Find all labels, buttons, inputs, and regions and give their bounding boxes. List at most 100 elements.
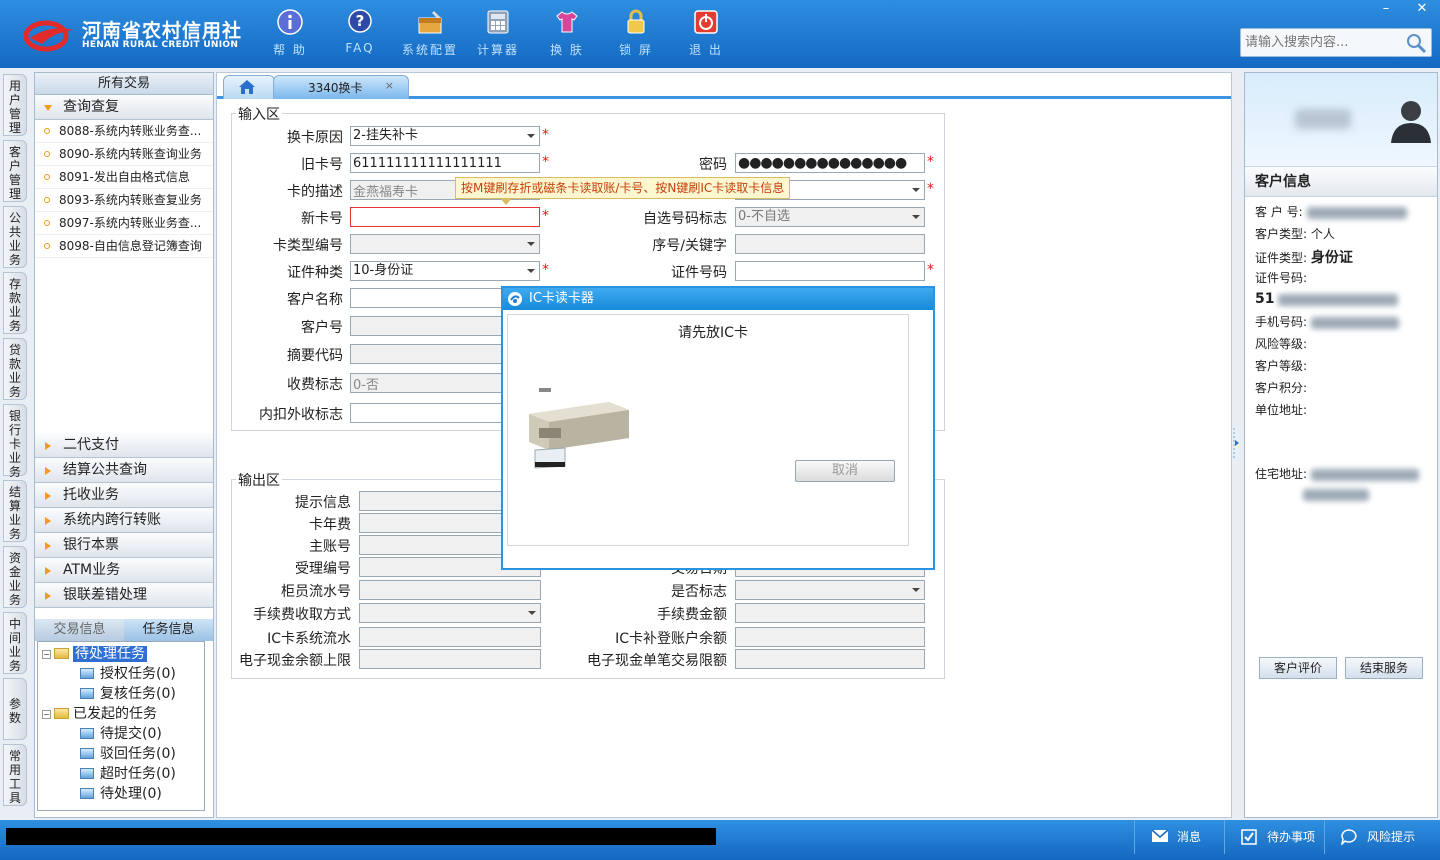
nav-group-unionpay-error[interactable]: 银联差错处理 (35, 583, 213, 608)
nav-group-bank-draft[interactable]: 银行本票 (35, 533, 213, 558)
old-card-input[interactable] (350, 153, 540, 173)
messages-button[interactable]: 消息 (1134, 820, 1224, 854)
phone-redacted (1310, 316, 1399, 329)
vtab-customer-management[interactable]: 客户管理 (3, 140, 27, 202)
config-button[interactable]: 系统配置 (398, 8, 462, 62)
tree-node-to-handle[interactable]: 待处理(0) (80, 784, 162, 804)
collapse-icon[interactable]: − (42, 650, 51, 659)
nav-item-8091[interactable]: 8091-发出自由格式信息 (35, 166, 213, 189)
cardtype-select[interactable] (350, 234, 540, 254)
minimize-button[interactable]: – (1368, 0, 1404, 18)
reason-select[interactable]: 2-挂失补卡 (350, 126, 540, 146)
vtab-loan[interactable]: 贷款业务 (3, 338, 27, 400)
vtab-tools[interactable]: 常用工具 (3, 744, 27, 806)
panel-collapse-handle-icon[interactable] (1232, 420, 1242, 466)
teller-serial-label: 柜员流水号 (281, 584, 351, 600)
idtype-select[interactable]: 10-身份证 (350, 261, 540, 281)
home-address-label: 住宅地址: (1255, 467, 1308, 481)
tab-transaction-info[interactable]: 交易信息 (35, 619, 124, 641)
tab-close-icon[interactable]: × (385, 79, 394, 92)
risk-level-label: 风险等级: (1255, 337, 1308, 351)
tree-label: 超时任务(0) (100, 766, 176, 782)
tree-node-review[interactable]: 复核任务(0) (80, 684, 176, 704)
tree-node-to-submit[interactable]: 待提交(0) (80, 724, 162, 744)
search-icon[interactable] (1405, 32, 1427, 54)
nav-group-label: 银联差错处理 (63, 587, 147, 603)
ic-balance-label: IC卡补登账户余额 (615, 631, 727, 647)
help-button[interactable]: 帮 助 (258, 8, 322, 62)
teller-serial-output[interactable] (359, 580, 541, 600)
cancel-button[interactable]: 取消 (795, 460, 895, 482)
fee-amount-label: 手续费金额 (657, 607, 727, 623)
nav-item-8088[interactable]: 8088-系统内转账业务查... (35, 120, 213, 143)
avatar-icon (1391, 101, 1431, 143)
customer-no-redacted (1306, 206, 1407, 219)
vtab-bank-card[interactable]: 银行卡业务 (3, 404, 27, 479)
tree-node-pending[interactable]: − 待处理任务 (42, 644, 147, 664)
nav-group-interbank-transfer[interactable]: 系统内跨行转账 (35, 508, 213, 533)
new-card-input[interactable] (350, 207, 540, 227)
lock-screen-button[interactable]: 锁 屏 (604, 8, 668, 62)
nav-item-8093[interactable]: 8093-系统内转账查复业务 (35, 189, 213, 212)
faq-button[interactable]: ? FAQ (328, 8, 392, 62)
nav-group-settlement-query[interactable]: 结算公共查询 (35, 458, 213, 483)
collapse-icon[interactable]: − (42, 710, 51, 719)
vtab-deposit[interactable]: 存款业务 (3, 272, 27, 334)
tree-label: 授权任务(0) (100, 666, 176, 682)
task-icon (80, 668, 94, 679)
tab-task-info[interactable]: 任务信息 (124, 619, 213, 641)
nav-group-atm[interactable]: ATM业务 (35, 558, 213, 583)
tab-3340-card-replace[interactable]: 3340换卡 × (273, 75, 409, 99)
nav-item-8090[interactable]: 8090-系统内转账查询业务 (35, 143, 213, 166)
close-window-button[interactable]: ✕ (1404, 0, 1440, 18)
vtab-funds[interactable]: 资金业务 (3, 546, 27, 608)
seq-input[interactable] (735, 234, 925, 254)
nav-item-8098[interactable]: 8098-自由信息登记簿查询 (35, 235, 213, 258)
vtab-settlement[interactable]: 结算业务 (3, 480, 27, 542)
id-number-label-row: 证件号码: (1255, 269, 1307, 286)
calculator-label: 计算器 (476, 43, 519, 57)
skin-button[interactable]: 换 肤 (535, 8, 599, 62)
tree-node-auth[interactable]: 授权任务(0) (80, 664, 176, 684)
reason-value: 2-挂失补卡 (353, 128, 418, 143)
tree-node-timeout[interactable]: 超时任务(0) (80, 764, 176, 784)
tree-node-rejected[interactable]: 驳回任务(0) (80, 744, 176, 764)
calculator-button[interactable]: 计算器 (466, 8, 530, 62)
config-label: 系统配置 (401, 43, 458, 57)
nav-group-collection[interactable]: 托收业务 (35, 483, 213, 508)
exit-button[interactable]: 退 出 (674, 8, 738, 62)
nav-group-second-gen-payment[interactable]: 二代支付 (35, 433, 213, 458)
bullet-icon (44, 151, 50, 157)
search-box (1240, 28, 1432, 57)
risk-alert-button[interactable]: 风险提示 (1324, 820, 1440, 854)
idnum-input[interactable] (735, 261, 925, 281)
id-number-label: 证件号码: (1255, 271, 1308, 285)
end-service-button[interactable]: 结束服务 (1345, 657, 1423, 679)
password-input[interactable]: ●●●●●●●●●●●●●●● (735, 153, 925, 173)
logo-chinese: 河南省农村信用社 (82, 20, 243, 42)
nav-group-label: 托收业务 (63, 487, 119, 503)
nav-item-8097[interactable]: 8097-系统内转账业务查... (35, 212, 213, 235)
selfnum-select[interactable]: 0-不自选 (735, 207, 925, 227)
vtab-intermediate[interactable]: 中间业务 (3, 612, 27, 674)
fee-mode-select[interactable] (359, 603, 541, 623)
whether-flag-select[interactable] (735, 580, 925, 600)
vtab-params[interactable]: 参数 (3, 678, 27, 740)
ecash-limit-output[interactable] (359, 649, 541, 669)
nav-item-label: 8098-自由信息登记簿查询 (59, 239, 202, 253)
tree-node-initiated[interactable]: − 已发起的任务 (42, 704, 157, 724)
nav-group-query[interactable]: 查询查复 (35, 95, 213, 120)
ic-serial-output[interactable] (359, 627, 541, 647)
ic-balance-output[interactable] (735, 627, 925, 647)
vtab-user-management[interactable]: 用户管理 (3, 74, 27, 136)
search-input[interactable] (1241, 29, 1401, 56)
phone-row: 手机号码: (1255, 313, 1399, 330)
todo-button[interactable]: 待办事项 (1224, 820, 1324, 854)
vtab-public-business[interactable]: 公共业务 (3, 206, 27, 268)
customer-photo-area (1245, 73, 1437, 167)
seq-label: 序号/关键字 (652, 238, 727, 254)
ecash-single-output[interactable] (735, 649, 925, 669)
tab-home[interactable] (223, 75, 275, 99)
customer-evaluate-button[interactable]: 客户评价 (1259, 657, 1337, 679)
fee-amount-output[interactable] (735, 603, 925, 623)
